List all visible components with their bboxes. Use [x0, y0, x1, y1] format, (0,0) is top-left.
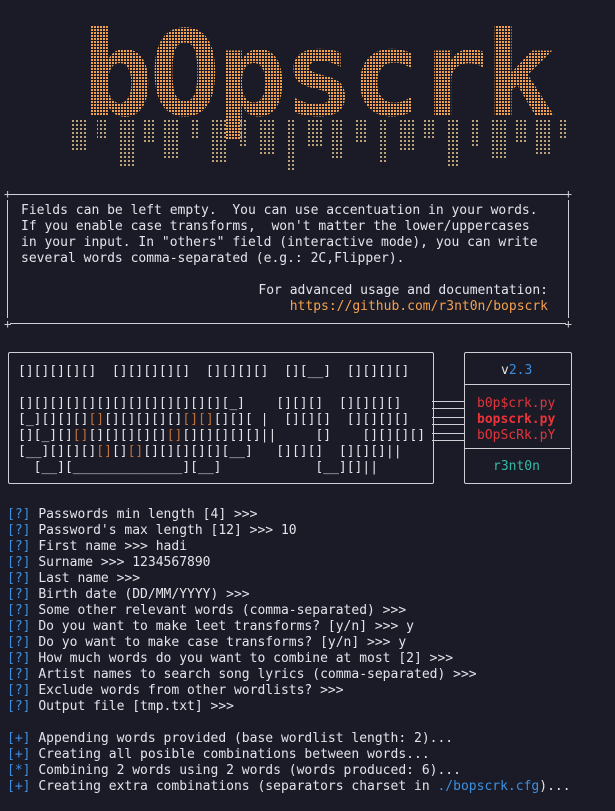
prompt-answer[interactable]: 1234567890	[132, 555, 210, 570]
status-line: [+] Creating extra combinations (separat…	[7, 779, 571, 795]
key-row-6: [__][______________][__] [__][]||	[18, 460, 379, 475]
prompt-tag: [?]	[7, 571, 31, 586]
prompt-question: How much words do you want to combine at…	[38, 651, 454, 666]
prompt-question: Artist names to search song lyrics (comm…	[38, 667, 477, 682]
prompt-line: [?] Output file [tmp.txt] >>>	[7, 699, 242, 715]
status-message: Creating extra combinations (separators …	[38, 779, 438, 794]
prompt-question: Do you want to make leet transforms? [y/…	[38, 619, 399, 634]
status-line: [+] Creating all posible combinations be…	[7, 747, 430, 763]
prompt-answer[interactable]: hadi	[156, 539, 187, 554]
prompt-answer[interactable]: y	[406, 619, 414, 634]
progress-ellipsis: ...	[437, 763, 461, 778]
config-path: ./bopscrk.cfg	[437, 779, 540, 794]
version-label: v2.3	[501, 363, 533, 378]
banner-diagram: [][][][][] [][][][][] [][][][] [][__] []…	[4, 344, 574, 489]
key-row-2: [][][][][][][][][][][][][][_] [][][] [][…	[18, 396, 402, 411]
prompt-tag: [?]	[7, 523, 31, 538]
status-message: Appending words provided (base wordlist …	[38, 731, 430, 746]
status-tag: [+]	[7, 779, 31, 794]
status-line: [+] Appending words provided (base wordl…	[7, 731, 453, 747]
status-tag: [+]	[7, 747, 31, 762]
variant-case: bOpScRk.pY	[477, 428, 556, 443]
progress-ellipsis: ...	[429, 731, 454, 746]
prompt-tag: [?]	[7, 651, 31, 666]
prompt-tag: [?]	[7, 539, 31, 554]
prompt-line: [?] Password's max length [12] >>> 10	[7, 523, 297, 539]
key-row-4: [][_][][][][][][][][][][][][][]|| [] [][…	[18, 428, 426, 443]
author-label: r3nt0n	[493, 459, 540, 474]
prompt-line: [?] Do you want to make leet transforms?…	[7, 619, 414, 635]
variant-plain: bopscrk.py	[477, 412, 556, 427]
prompt-line: [?] First name >>> hadi	[7, 539, 187, 555]
prompt-tag: [?]	[7, 619, 31, 634]
prompt-question: Surname >>>	[38, 555, 125, 570]
prompt-question: Password's max length [12] >>>	[38, 523, 274, 538]
info-box: + + + + Fields can be left empty. You ca…	[4, 187, 572, 331]
prompt-answer[interactable]: y	[398, 635, 406, 650]
key-row-3: [_][][][][][][][][][][][][][][ | [][][] …	[18, 412, 410, 427]
key-row-1: [][][][][] [][][][][] [][][][] [][__] []…	[18, 364, 410, 379]
status-tag: [*]	[7, 763, 31, 778]
prompt-tag: [?]	[7, 699, 31, 714]
prompt-line: [?] Some other relevant words (comma-sep…	[7, 603, 414, 619]
prompt-line: [?] How much words do you want to combin…	[7, 651, 461, 667]
status-tail: )	[539, 779, 548, 794]
status-tag: [+]	[7, 731, 31, 746]
prompt-line: [?] Last name >>>	[7, 571, 148, 587]
status-message: Creating all posible combinations betwee…	[38, 747, 407, 762]
info-line-2: If you enable case transforms, won't mat…	[21, 219, 530, 234]
status-line: [*] Combining 2 words using 2 words (wor…	[7, 763, 461, 779]
prompt-question: Some other relevant words (comma-separat…	[38, 603, 407, 618]
prompt-line: [?] Do yo want to make case transforms? …	[7, 635, 406, 651]
progress-ellipsis: ...	[406, 747, 430, 762]
prompt-line: [?] Birth date (DD/MM/YYYY) >>>	[7, 587, 257, 603]
prompt-question: Birth date (DD/MM/YYYY) >>>	[38, 587, 250, 602]
docs-label: For advanced usage and documentation:	[258, 283, 548, 298]
info-line-1: Fields can be left empty. You can use ac…	[21, 203, 538, 218]
prompt-tag: [?]	[7, 667, 31, 682]
logo-drips	[72, 118, 568, 170]
prompt-line: [?] Artist names to search song lyrics (…	[7, 667, 484, 683]
prompt-question: Output file [tmp.txt] >>>	[38, 699, 234, 714]
progress-ellipsis: ...	[547, 779, 571, 794]
variant-leet: b0p$crk.py	[477, 396, 556, 411]
prompt-question: Exclude words from other wordlists? >>>	[38, 683, 344, 698]
prompt-tag: [?]	[7, 507, 31, 522]
prompt-line: [?] Exclude words from other wordlists? …	[7, 683, 351, 699]
prompt-question: Passwords min length [4] >>>	[38, 507, 258, 522]
terminal-window: bOpscrk + + + + Fields can be left empty…	[0, 0, 615, 811]
info-line-3: in your input. In "others" field (intera…	[21, 235, 538, 250]
info-line-4: several words comma-separated (e.g.: 2C,…	[21, 251, 405, 266]
prompt-answer[interactable]: 10	[281, 523, 297, 538]
prompt-tag: [?]	[7, 603, 31, 618]
prompt-tag: [?]	[7, 555, 31, 570]
prompt-tag: [?]	[7, 587, 31, 602]
status-message: Combining 2 words using 2 words (words p…	[38, 763, 438, 778]
prompt-tag: [?]	[7, 683, 31, 698]
prompt-question: Last name >>>	[38, 571, 141, 586]
key-row-5: [__][][][][][][][][][][][][__] [][][] []…	[18, 444, 402, 459]
prompt-line: [?] Passwords min length [4] >>>	[7, 507, 265, 523]
bopscrk-ascii-logo: bOpscrk	[72, 20, 568, 170]
prompt-line: [?] Surname >>> 1234567890	[7, 555, 211, 571]
prompt-question: Do yo want to make case transforms? [y/n…	[38, 635, 391, 650]
prompt-question: First name >>>	[38, 539, 148, 554]
prompt-tag: [?]	[7, 635, 31, 650]
docs-url-link[interactable]: https://github.com/r3nt0n/bopscrk	[290, 299, 548, 315]
